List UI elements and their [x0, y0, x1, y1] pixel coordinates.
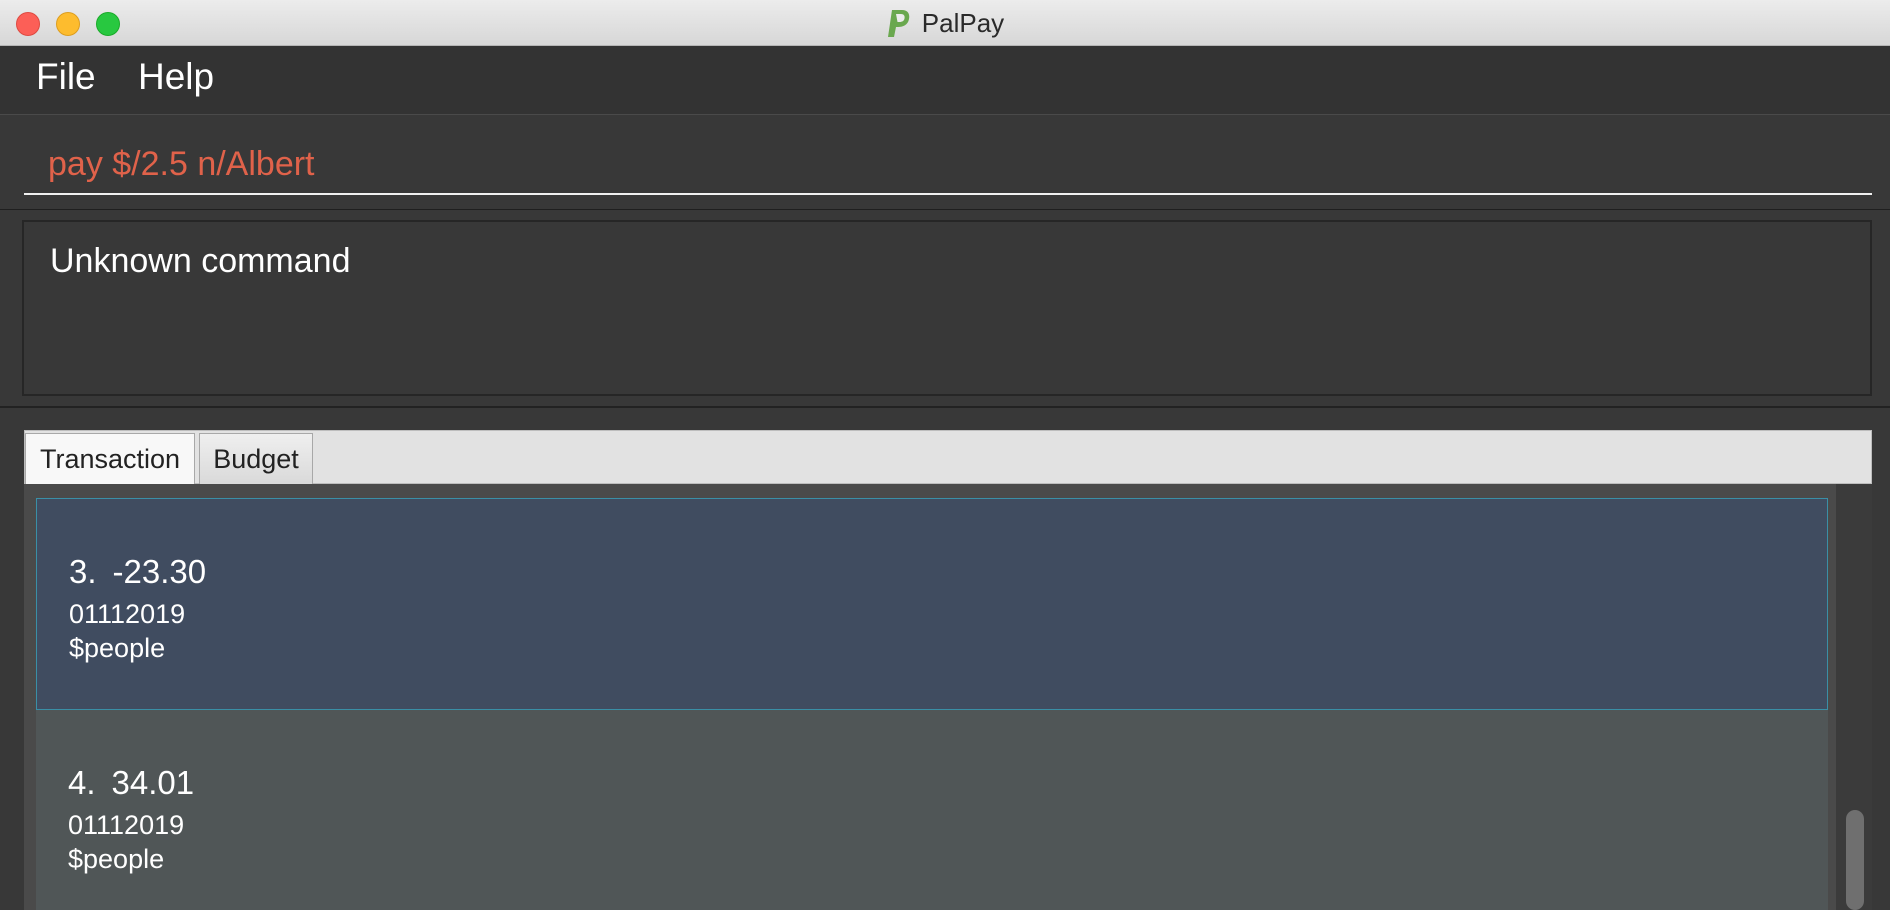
window-title: PalPay [921, 8, 1005, 38]
transaction-amount: -23.30 [112, 553, 207, 590]
menu-bar: File Help [0, 46, 1890, 114]
main-panel: Transaction Budget 3. -23.30 01112019 $pe… [0, 408, 1890, 910]
transaction-date: 01112019 [68, 810, 185, 840]
transaction-list[interactable]: 3. -23.30 01112019 $people 4. 34.01 011120… [24, 484, 1872, 910]
menu-file[interactable]: File [36, 56, 96, 98]
tab-budget[interactable]: Budget [199, 433, 313, 485]
menu-help[interactable]: Help [138, 56, 214, 98]
transaction-card[interactable]: 4. 34.01 01112019 $people [36, 710, 1828, 910]
transaction-index: 3. [69, 553, 97, 590]
transaction-header: 3. -23.30 [69, 553, 206, 591]
list-scrollbar[interactable] [1836, 484, 1872, 910]
window-title-wrap: PalPay [0, 8, 1890, 39]
transaction-header: 4. 34.01 [68, 764, 194, 802]
command-box [0, 114, 1890, 210]
transaction-index: 4. [68, 764, 96, 801]
transaction-tag: $people [68, 844, 165, 874]
scrollbar-thumb[interactable] [1846, 810, 1864, 910]
paypal-logo-icon [887, 9, 910, 37]
command-input[interactable] [24, 135, 1872, 195]
result-message: Unknown command [50, 242, 351, 280]
tab-transaction[interactable]: Transaction [25, 433, 195, 485]
result-display-panel: Unknown command [0, 210, 1890, 408]
transaction-date: 01112019 [69, 599, 186, 629]
transaction-card[interactable]: 3. -23.30 01112019 $people [36, 498, 1828, 710]
window-title-bar: PalPay [0, 0, 1890, 46]
result-display: Unknown command [22, 220, 1872, 396]
transaction-amount: 34.01 [111, 764, 195, 801]
transaction-tag: $people [69, 633, 166, 663]
tab-bar: Transaction Budget [24, 430, 1872, 485]
